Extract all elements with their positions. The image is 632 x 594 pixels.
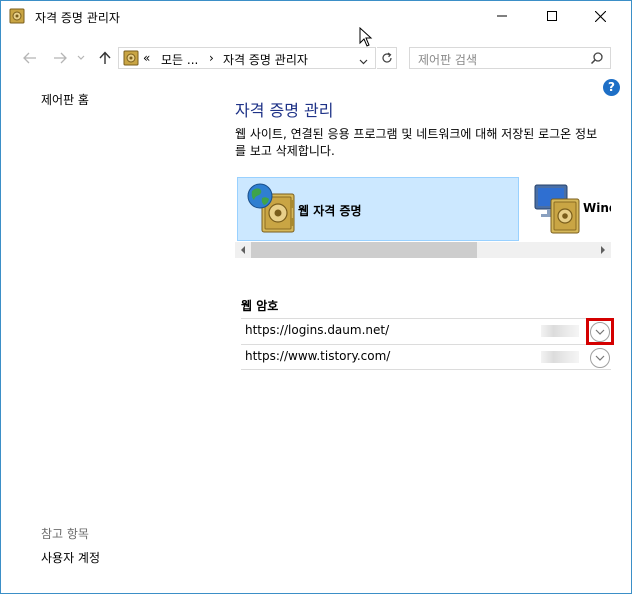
breadcrumb-overflow[interactable]: « [143,51,150,65]
redacted-value [541,351,579,363]
annotation-highlight-box [586,318,614,345]
credential-manager-window: 자격 증명 관리자 « 모든 ... › 자격 증명 관리자 제어판 검색 ? … [0,0,632,594]
breadcrumb-credential-manager[interactable]: 자격 증명 관리자 [223,51,308,68]
breadcrumb-all-items[interactable]: 모든 ... [161,51,198,68]
credential-url: https://www.tistory.com/ [245,349,391,363]
close-button[interactable] [577,1,623,31]
chevron-right-icon [601,246,605,254]
control-panel-icon [123,50,139,66]
expand-button[interactable] [590,348,610,368]
close-icon [594,10,606,22]
mouse-cursor-icon [359,27,373,47]
maximize-icon [547,11,557,21]
control-panel-home-link[interactable]: 제어판 홈 [41,91,89,108]
page-description: 웹 사이트, 연결된 응용 프로그램 및 네트워크에 대해 저장된 로그온 정보… [235,127,598,158]
chevron-left-icon [241,246,245,254]
scroll-right-button[interactable] [595,242,611,258]
chevron-down-icon [77,55,85,60]
arrow-right-icon [54,52,67,64]
refresh-button[interactable] [377,47,397,69]
breadcrumb-separator[interactable]: › [209,51,214,65]
search-input[interactable]: 제어판 검색 [409,47,611,69]
search-icon [590,52,603,65]
window-title: 자격 증명 관리자 [35,11,120,25]
tile-windows-credentials[interactable]: Wind [529,177,611,241]
credential-row[interactable]: https://logins.daum.net/ [241,318,611,344]
scroll-left-button[interactable] [235,242,251,258]
credential-url: https://logins.daum.net/ [245,323,390,337]
computer-vault-icon [534,184,580,234]
tiles-horizontal-scrollbar[interactable] [235,242,611,258]
tile-web-credentials-label: 웹 자격 증명 [298,204,362,218]
vault-app-icon [9,8,25,24]
globe-vault-icon [247,183,295,233]
tile-web-credentials[interactable]: 웹 자격 증명 [237,177,519,241]
user-accounts-link[interactable]: 사용자 계정 [41,549,100,566]
credential-type-tiles: 웹 자격 증명 Wind [235,177,611,243]
scroll-thumb[interactable] [251,242,477,258]
credential-row[interactable]: https://www.tistory.com/ [241,344,611,370]
minimize-button[interactable] [479,1,525,31]
arrow-left-icon [23,52,36,64]
web-passwords-heading: 웹 암호 [241,299,279,313]
back-button[interactable] [21,49,39,67]
see-also-heading: 참고 항목 [41,527,89,541]
title-bar: 자격 증명 관리자 [1,1,631,31]
page-title: 자격 증명 관리 [235,101,334,120]
tile-windows-credentials-label: Wind [583,201,611,215]
chevron-down-icon [595,355,605,361]
arrow-up-icon [99,51,111,64]
redacted-value [541,325,579,337]
help-icon[interactable]: ? [603,79,620,96]
chevron-down-icon [359,59,368,65]
minimize-icon [497,15,507,17]
forward-button[interactable] [51,49,69,67]
address-bar[interactable]: « 모든 ... › 자격 증명 관리자 [118,47,376,69]
address-dropdown-button[interactable] [359,54,368,68]
recent-locations-button[interactable] [75,49,87,67]
refresh-icon [381,52,392,63]
maximize-button[interactable] [529,1,575,31]
navigation-bar: « 모든 ... › 자격 증명 관리자 제어판 검색 [1,45,631,71]
search-placeholder: 제어판 검색 [418,53,478,67]
up-button[interactable] [96,49,114,67]
